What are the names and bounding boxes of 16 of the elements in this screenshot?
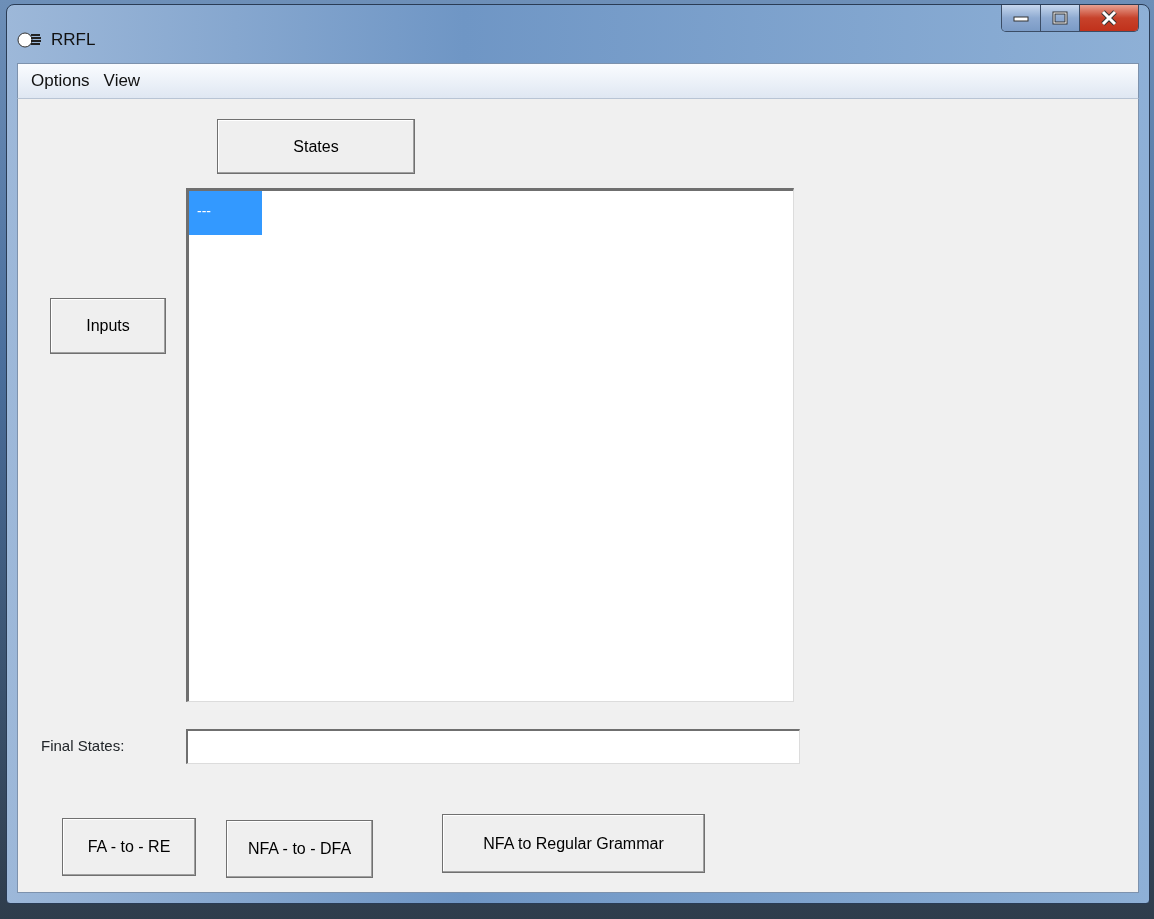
menu-item[interactable]: Options (31, 68, 90, 94)
action-button[interactable]: NFA - to - DFA (226, 820, 373, 878)
minimize-button[interactable] (1002, 5, 1041, 31)
action-button[interactable]: NFA to Regular Grammar (442, 814, 705, 873)
minimize-icon (1013, 14, 1029, 22)
maximize-icon (1052, 11, 1068, 25)
action-button[interactable]: FA - to - RE (62, 818, 196, 876)
states-button[interactable]: States (217, 119, 415, 174)
maximize-button[interactable] (1041, 5, 1080, 31)
field-label: Final States: (40, 736, 126, 757)
close-icon (1100, 10, 1118, 26)
inputs-button[interactable]: Inputs (50, 298, 166, 354)
menu-item[interactable]: View (103, 68, 141, 94)
final-states-field[interactable] (186, 729, 800, 764)
window-title: RRFL (51, 29, 96, 51)
close-button[interactable] (1080, 5, 1138, 31)
